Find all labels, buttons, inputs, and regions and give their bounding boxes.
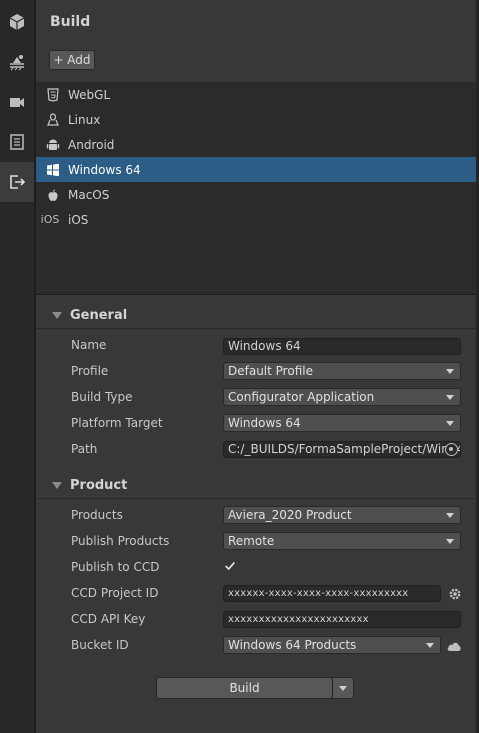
build-type-value: Configurator Application xyxy=(228,390,375,404)
platform-target-value: Windows 64 xyxy=(228,416,301,430)
ios-icon: iOS xyxy=(40,213,60,226)
publish-products-dropdown[interactable]: Remote xyxy=(223,532,461,550)
section-general-title: General xyxy=(70,307,128,323)
platform-label: Windows 64 xyxy=(68,162,141,177)
document-icon[interactable] xyxy=(0,122,34,162)
platform-label: iOS xyxy=(68,212,89,227)
products-value: Aviera_2020 Product xyxy=(228,508,352,522)
chevron-down-icon xyxy=(446,513,454,518)
linux-icon xyxy=(44,111,62,129)
chevron-down-icon xyxy=(446,421,454,426)
publish-products-label: Publish Products xyxy=(71,534,170,548)
camera-icon[interactable] xyxy=(0,82,34,122)
platform-label: WebGL xyxy=(68,87,111,102)
build-type-dropdown[interactable]: Configurator Application xyxy=(223,388,461,406)
windows-icon xyxy=(44,161,62,179)
left-toolbar xyxy=(0,0,34,733)
chevron-down-icon xyxy=(426,643,434,648)
cube-icon[interactable] xyxy=(0,2,34,42)
publish-ccd-label: Publish to CCD xyxy=(71,560,160,574)
platform-item-linux[interactable]: Linux xyxy=(36,107,476,132)
profile-value: Default Profile xyxy=(228,364,313,378)
products-dropdown[interactable]: Aviera_2020 Product xyxy=(223,506,461,524)
ccd-project-id-label: CCD Project ID xyxy=(71,586,159,600)
add-button[interactable]: + Add xyxy=(49,50,95,70)
panel-title: Build xyxy=(50,14,91,30)
platform-item-webgl[interactable]: WebGL xyxy=(36,82,476,107)
path-field[interactable]: C:/_BUILDS/FormaSampleProject/Win64 xyxy=(223,441,461,458)
section-product-title: Product xyxy=(70,477,128,493)
chevron-down-icon xyxy=(446,539,454,544)
bucket-id-label: Bucket ID xyxy=(71,638,129,652)
android-icon xyxy=(44,136,62,154)
expand-triangle-icon xyxy=(52,311,62,319)
ccd-project-id-field[interactable]: xxxxxx-xxxx-xxxx-xxxx-xxxxxxxxx xyxy=(223,585,441,602)
ccd-api-key-label: CCD API Key xyxy=(71,612,146,626)
build-options-dropdown[interactable] xyxy=(332,677,354,699)
scene-icon[interactable] xyxy=(0,42,34,82)
chevron-down-icon xyxy=(446,395,454,400)
platform-list: WebGL Linux Android Windows 64 MacOS iOS… xyxy=(36,82,476,295)
bucket-id-dropdown[interactable]: Windows 64 Products xyxy=(223,636,441,654)
path-value: C:/_BUILDS/FormaSampleProject/Win64 xyxy=(228,442,461,456)
name-field[interactable]: Windows 64 xyxy=(223,338,461,355)
platform-item-android[interactable]: Android xyxy=(36,132,476,157)
platform-label: Linux xyxy=(68,112,101,127)
target-picker-icon[interactable] xyxy=(445,443,458,456)
publish-ccd-checkbox[interactable] xyxy=(223,559,237,573)
checkmark-icon xyxy=(225,562,235,571)
chevron-down-icon xyxy=(446,369,454,374)
apple-icon xyxy=(44,186,62,204)
section-product-header[interactable]: Product xyxy=(36,473,476,497)
platform-label: MacOS xyxy=(68,187,110,202)
settings-area: General Name Windows 64 Profile Default … xyxy=(36,296,476,733)
profile-dropdown[interactable]: Default Profile xyxy=(223,362,461,380)
bucket-id-value: Windows 64 Products xyxy=(228,638,357,652)
publish-products-value: Remote xyxy=(228,534,275,548)
name-label: Name xyxy=(71,338,107,352)
products-label: Products xyxy=(71,508,123,522)
ccd-api-key-field[interactable]: xxxxxxxxxxxxxxxxxxxxxxx xyxy=(223,611,461,628)
html5-icon xyxy=(44,86,62,104)
platform-item-macos[interactable]: MacOS xyxy=(36,182,476,207)
section-divider xyxy=(36,328,476,329)
chevron-down-icon xyxy=(339,686,347,691)
profile-label: Profile xyxy=(71,364,109,378)
build-button[interactable]: Build xyxy=(156,677,333,699)
expand-triangle-icon xyxy=(52,481,62,489)
build-type-label: Build Type xyxy=(71,390,133,404)
gear-icon[interactable] xyxy=(448,587,462,601)
cloud-icon[interactable] xyxy=(446,640,462,652)
export-icon[interactable] xyxy=(0,162,34,202)
section-divider xyxy=(36,498,476,499)
platform-item-windows64[interactable]: Windows 64 xyxy=(36,157,476,182)
platform-item-ios[interactable]: iOS iOS xyxy=(36,207,476,232)
platform-target-label: Platform Target xyxy=(71,416,163,430)
section-general-header[interactable]: General xyxy=(36,303,476,327)
platform-label: Android xyxy=(68,137,115,152)
platform-target-dropdown[interactable]: Windows 64 xyxy=(223,414,461,432)
path-label: Path xyxy=(71,442,98,456)
build-panel: Build + Add WebGL Linux Android Windows xyxy=(36,0,476,733)
